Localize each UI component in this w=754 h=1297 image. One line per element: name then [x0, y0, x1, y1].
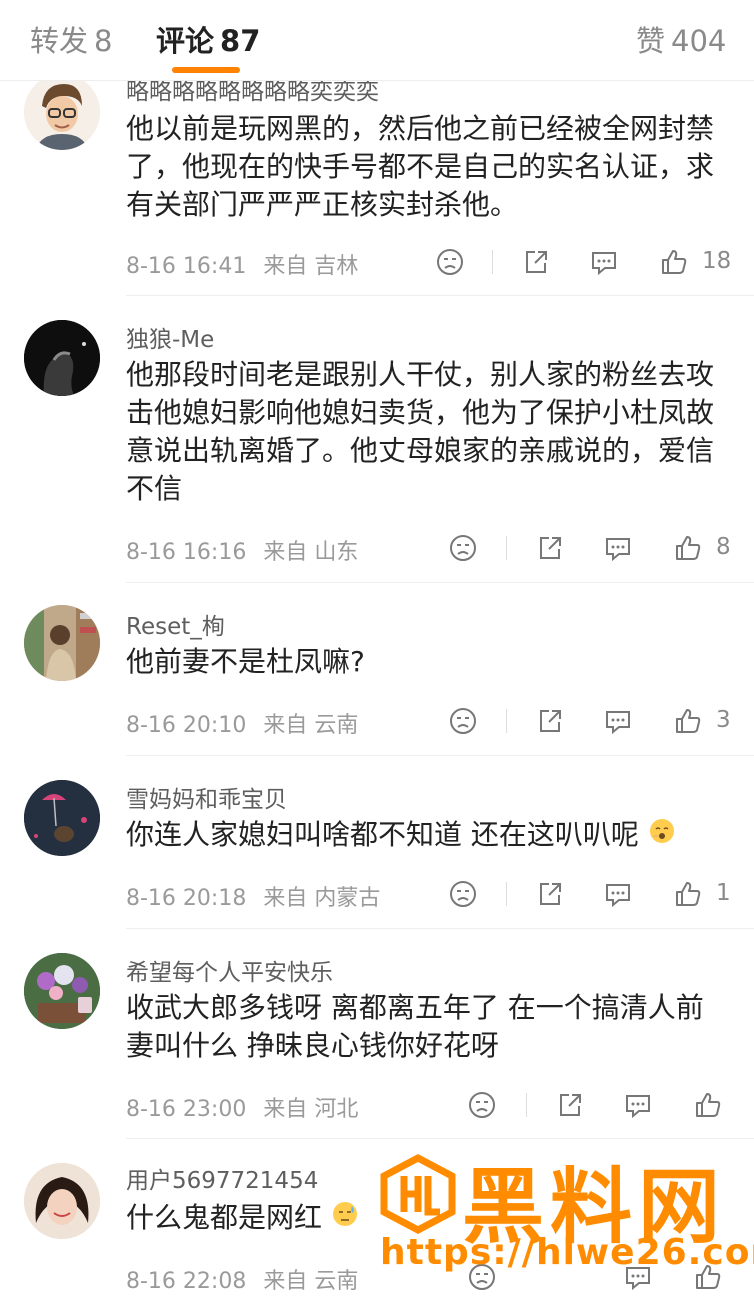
reply-icon[interactable] — [598, 874, 638, 914]
dislike-icon[interactable] — [462, 1085, 502, 1125]
username[interactable]: 用户5697721454 — [126, 1161, 318, 1195]
comment-actions — [0, 1085, 754, 1125]
dislike-icon[interactable] — [443, 528, 483, 568]
tab-comments[interactable]: 评论 87 — [156, 18, 260, 60]
reply-icon[interactable] — [598, 528, 638, 568]
action-separator — [506, 882, 507, 906]
watermark-logo-icon — [380, 1154, 456, 1234]
comment-actions: 3 — [0, 701, 754, 741]
action-separator — [492, 250, 493, 274]
avatar[interactable] — [24, 953, 100, 1029]
avatar[interactable] — [24, 605, 100, 681]
share-icon[interactable] — [550, 1085, 590, 1125]
tab-likes[interactable]: 赞 404 — [636, 18, 726, 60]
avatar[interactable] — [24, 74, 100, 150]
share-icon[interactable] — [530, 874, 570, 914]
action-separator — [526, 1093, 527, 1117]
comment-actions: 18 — [0, 242, 754, 282]
like-icon[interactable] — [668, 874, 708, 914]
comment-divider — [126, 295, 754, 296]
like-count: 1 — [716, 880, 731, 906]
comment-divider — [126, 1138, 754, 1139]
comment-divider — [126, 928, 754, 929]
comment-actions: 1 — [0, 874, 754, 914]
comment-divider — [126, 755, 754, 756]
watermark — [378, 1148, 750, 1280]
tab-bar: 转发 8 评论 87 赞 404 — [0, 0, 754, 81]
comment-text: 他前妻不是杜凤嘛? — [126, 645, 365, 678]
comment-text: 你连人家媳妇叫啥都不知道 还在这叭叭呢 — [126, 816, 726, 855]
username[interactable]: 希望每个人平安快乐 — [126, 953, 333, 987]
action-separator — [506, 709, 507, 733]
like-icon[interactable] — [654, 242, 694, 282]
emoji-icon — [648, 817, 676, 855]
dislike-icon[interactable] — [443, 874, 483, 914]
reply-icon[interactable] — [618, 1085, 658, 1125]
like-icon[interactable] — [668, 528, 708, 568]
share-icon[interactable] — [530, 528, 570, 568]
avatar[interactable] — [24, 320, 100, 396]
tab-reposts[interactable]: 转发 8 — [30, 18, 112, 60]
comment-text: 他以前是玩网黑的，然后他之前已经被全网封禁了，他现在的快手号都不是自己的实名认证… — [126, 112, 715, 221]
share-icon[interactable] — [530, 701, 570, 741]
like-icon[interactable] — [688, 1085, 728, 1125]
comment-divider — [126, 582, 754, 583]
emoji-icon — [331, 1200, 359, 1238]
dislike-icon[interactable] — [430, 242, 470, 282]
comment-actions: 8 — [0, 528, 754, 568]
action-separator — [506, 536, 507, 560]
reply-icon[interactable] — [584, 242, 624, 282]
like-count: 18 — [702, 248, 732, 274]
username[interactable]: 独狼-Me — [126, 320, 214, 354]
comment-text: 他那段时间老是跟别人干仗，别人家的粉丝去攻击他媳妇影响他媳妇卖货，他为了保护小杜… — [126, 358, 715, 505]
avatar[interactable] — [24, 780, 100, 856]
comment-text: 收武大郎多钱呀 离都离五年了 在一个搞清人前妻叫什么 挣昧良心钱你好花呀 — [126, 991, 704, 1062]
reply-icon[interactable] — [598, 701, 638, 741]
share-icon[interactable] — [516, 242, 556, 282]
like-count: 8 — [716, 534, 731, 560]
avatar[interactable] — [24, 1163, 100, 1239]
dislike-icon[interactable] — [443, 701, 483, 741]
like-count: 3 — [716, 707, 731, 733]
username[interactable]: 雪妈妈和乖宝贝 — [126, 780, 287, 814]
username[interactable]: Reset_栒 — [126, 607, 225, 641]
like-icon[interactable] — [668, 701, 708, 741]
active-tab-indicator — [172, 67, 240, 73]
